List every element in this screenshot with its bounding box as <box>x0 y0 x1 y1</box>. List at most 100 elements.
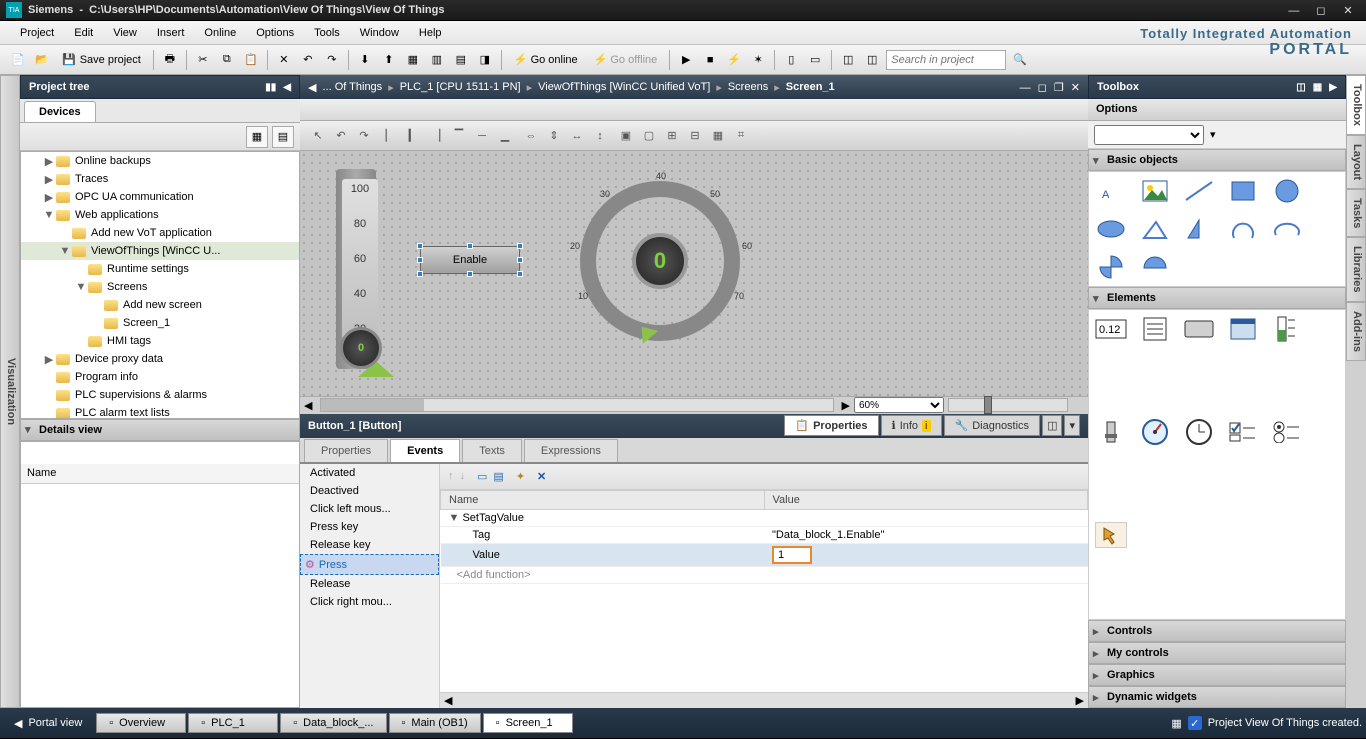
ct-grid-icon[interactable]: ▦ <box>708 126 728 146</box>
tree-item[interactable]: ▶Traces <box>21 170 299 188</box>
elem-radio[interactable] <box>1271 419 1303 445</box>
open-project-icon[interactable]: 📂 <box>32 50 52 70</box>
slider-knob[interactable]: 0 <box>340 327 382 369</box>
event-item[interactable]: Release <box>300 575 439 593</box>
rtab-collapse-icon[interactable]: ▾ <box>1064 415 1080 436</box>
event-item[interactable]: Click right mou... <box>300 593 439 611</box>
ev-up-icon[interactable]: ↑ <box>448 470 454 482</box>
ct-align-l-icon[interactable]: ▏ <box>380 126 400 146</box>
grid-add-function[interactable]: <Add function> <box>441 566 765 583</box>
ptab-properties[interactable]: Properties <box>304 439 388 462</box>
elem-clock[interactable] <box>1183 419 1215 445</box>
gauge-widget[interactable]: 0 10 20 30 40 50 60 70 <box>560 161 760 361</box>
cat-controls[interactable]: ▸Controls <box>1088 620 1346 642</box>
tree-item[interactable]: ▼Screens <box>21 278 299 296</box>
redo-icon[interactable]: ↷ <box>322 50 342 70</box>
ct-ungroup-icon[interactable]: ⊟ <box>685 126 705 146</box>
cut-icon[interactable]: ✂ <box>193 50 213 70</box>
event-item[interactable]: Click left mous... <box>300 500 439 518</box>
status-tab[interactable]: ▫Screen_1 <box>483 713 573 733</box>
status-tab[interactable]: ▫Overview <box>96 713 186 733</box>
event-item[interactable]: Press key <box>300 518 439 536</box>
screen-canvas[interactable]: 10080604020 0 Enable 0 10 20 <box>300 151 1088 396</box>
ct-back-icon[interactable]: ▢ <box>639 126 659 146</box>
ptab-events[interactable]: Events <box>390 439 460 462</box>
rtab-info[interactable]: ℹInfoi <box>881 415 942 436</box>
scroll-left-icon[interactable]: ◀ <box>300 399 316 412</box>
shape-text[interactable]: A <box>1095 178 1127 204</box>
go-offline-button[interactable]: ⚡ Go offline <box>588 51 664 68</box>
tb-arrow-icon[interactable]: ▶ <box>1329 82 1337 93</box>
event-list[interactable]: ActivatedDeactivedClick left mous...Pres… <box>300 464 440 709</box>
ct-front-icon[interactable]: ▣ <box>616 126 636 146</box>
sel-handle-n[interactable] <box>467 243 473 249</box>
sel-handle-sw[interactable] <box>417 271 423 277</box>
new-project-icon[interactable]: 📄 <box>8 50 28 70</box>
shape-image[interactable] <box>1139 178 1171 204</box>
ev-add-icon[interactable]: ▭ <box>477 470 487 483</box>
options-dropdown-icon[interactable]: ▾ <box>1210 128 1216 141</box>
ev-delete-icon[interactable]: ✕ <box>537 470 546 483</box>
zoom-thumb[interactable] <box>984 396 992 414</box>
h-scrollbar[interactable] <box>320 398 833 412</box>
tree-item[interactable]: Runtime settings <box>21 260 299 278</box>
grid-fn[interactable]: SetTagValue <box>462 512 524 524</box>
tree-item[interactable]: PLC supervisions & alarms <box>21 386 299 404</box>
status-tab[interactable]: ▫Main (OB1) <box>389 713 481 733</box>
tree-item[interactable]: ▶OPC UA communication <box>21 188 299 206</box>
shape-ellipse-arc[interactable] <box>1271 216 1303 242</box>
ct-align-m-icon[interactable]: ─ <box>472 126 492 146</box>
cat-elements[interactable]: ▾Elements <box>1088 287 1346 309</box>
cross-ref-icon[interactable]: ✶ <box>748 50 768 70</box>
upload-icon[interactable]: ⬆ <box>379 50 399 70</box>
elem-checkbox[interactable] <box>1227 419 1259 445</box>
ct-dist-v-icon[interactable]: ⇕ <box>544 126 564 146</box>
cat-dynamic-widgets[interactable]: ▸Dynamic widgets <box>1088 686 1346 708</box>
split-h-icon[interactable]: ▯ <box>781 50 801 70</box>
menu-online[interactable]: Online <box>194 24 246 42</box>
ct-dist-h-icon[interactable]: ⇔ <box>521 126 541 146</box>
flash-icon[interactable]: ⚡ <box>724 50 744 70</box>
vtab-libraries[interactable]: Libraries <box>1346 237 1366 301</box>
crumb-seg-4[interactable]: Screen_1 <box>780 81 841 93</box>
rtab-layout-icon[interactable]: ◫ <box>1042 415 1062 436</box>
tab-devices[interactable]: Devices <box>24 101 96 122</box>
vtab-tasks[interactable]: Tasks <box>1346 189 1366 237</box>
tree-grid-icon[interactable]: ▦ <box>246 126 268 148</box>
layout2-icon[interactable]: ◫ <box>862 50 882 70</box>
pt-arrow-icon[interactable]: ◀ <box>283 82 291 93</box>
scroll-right-icon[interactable]: ▶ <box>838 399 854 412</box>
event-item[interactable]: Activated <box>300 464 439 482</box>
ptab-expressions[interactable]: Expressions <box>524 439 618 462</box>
shape-arc[interactable] <box>1227 216 1259 242</box>
hw-icon[interactable]: ▥ <box>427 50 447 70</box>
grid-scrollbar[interactable]: ◀▶ <box>440 692 1088 708</box>
ct-snap-icon[interactable]: ⌗ <box>731 126 751 146</box>
event-item[interactable]: ⚙Press <box>300 554 439 575</box>
tree-item[interactable]: ▼ViewOfThings [WinCC U... <box>21 242 299 260</box>
tb-layout-icon[interactable]: ◫ <box>1296 82 1305 93</box>
editor-close-icon[interactable]: ✕ <box>1071 82 1080 94</box>
crumb-seg-1[interactable]: PLC_1 [CPU 1511-1 PN] <box>394 81 527 93</box>
ct-align-r-icon[interactable]: ▕ <box>426 126 446 146</box>
slider-widget[interactable]: 10080604020 0 <box>336 169 376 369</box>
shape-polygon[interactable] <box>1183 216 1215 242</box>
elem-screen-window[interactable] <box>1227 316 1259 342</box>
menu-help[interactable]: Help <box>409 24 452 42</box>
copy-icon[interactable]: ⧉ <box>217 50 237 70</box>
zoom-slider[interactable] <box>948 398 1068 412</box>
menu-window[interactable]: Window <box>350 24 409 42</box>
vtab-toolbox[interactable]: Toolbox <box>1346 75 1366 135</box>
grid-value-input[interactable] <box>772 546 812 564</box>
zoom-select[interactable]: 60% <box>854 397 944 413</box>
enable-button-widget[interactable]: Enable <box>420 246 520 274</box>
shape-pie[interactable] <box>1095 254 1127 280</box>
menu-options[interactable]: Options <box>246 24 304 42</box>
tree-item[interactable]: Add new VoT application <box>21 224 299 242</box>
ptab-texts[interactable]: Texts <box>462 439 522 462</box>
tree-list-icon[interactable]: ▤ <box>272 126 294 148</box>
status-tab[interactable]: ▫Data_block_... <box>280 713 386 733</box>
status-app-icon[interactable]: ▦ <box>1171 717 1181 730</box>
sel-handle-e[interactable] <box>517 257 523 263</box>
crumb-seg-0[interactable]: ... Of Things <box>316 81 388 93</box>
